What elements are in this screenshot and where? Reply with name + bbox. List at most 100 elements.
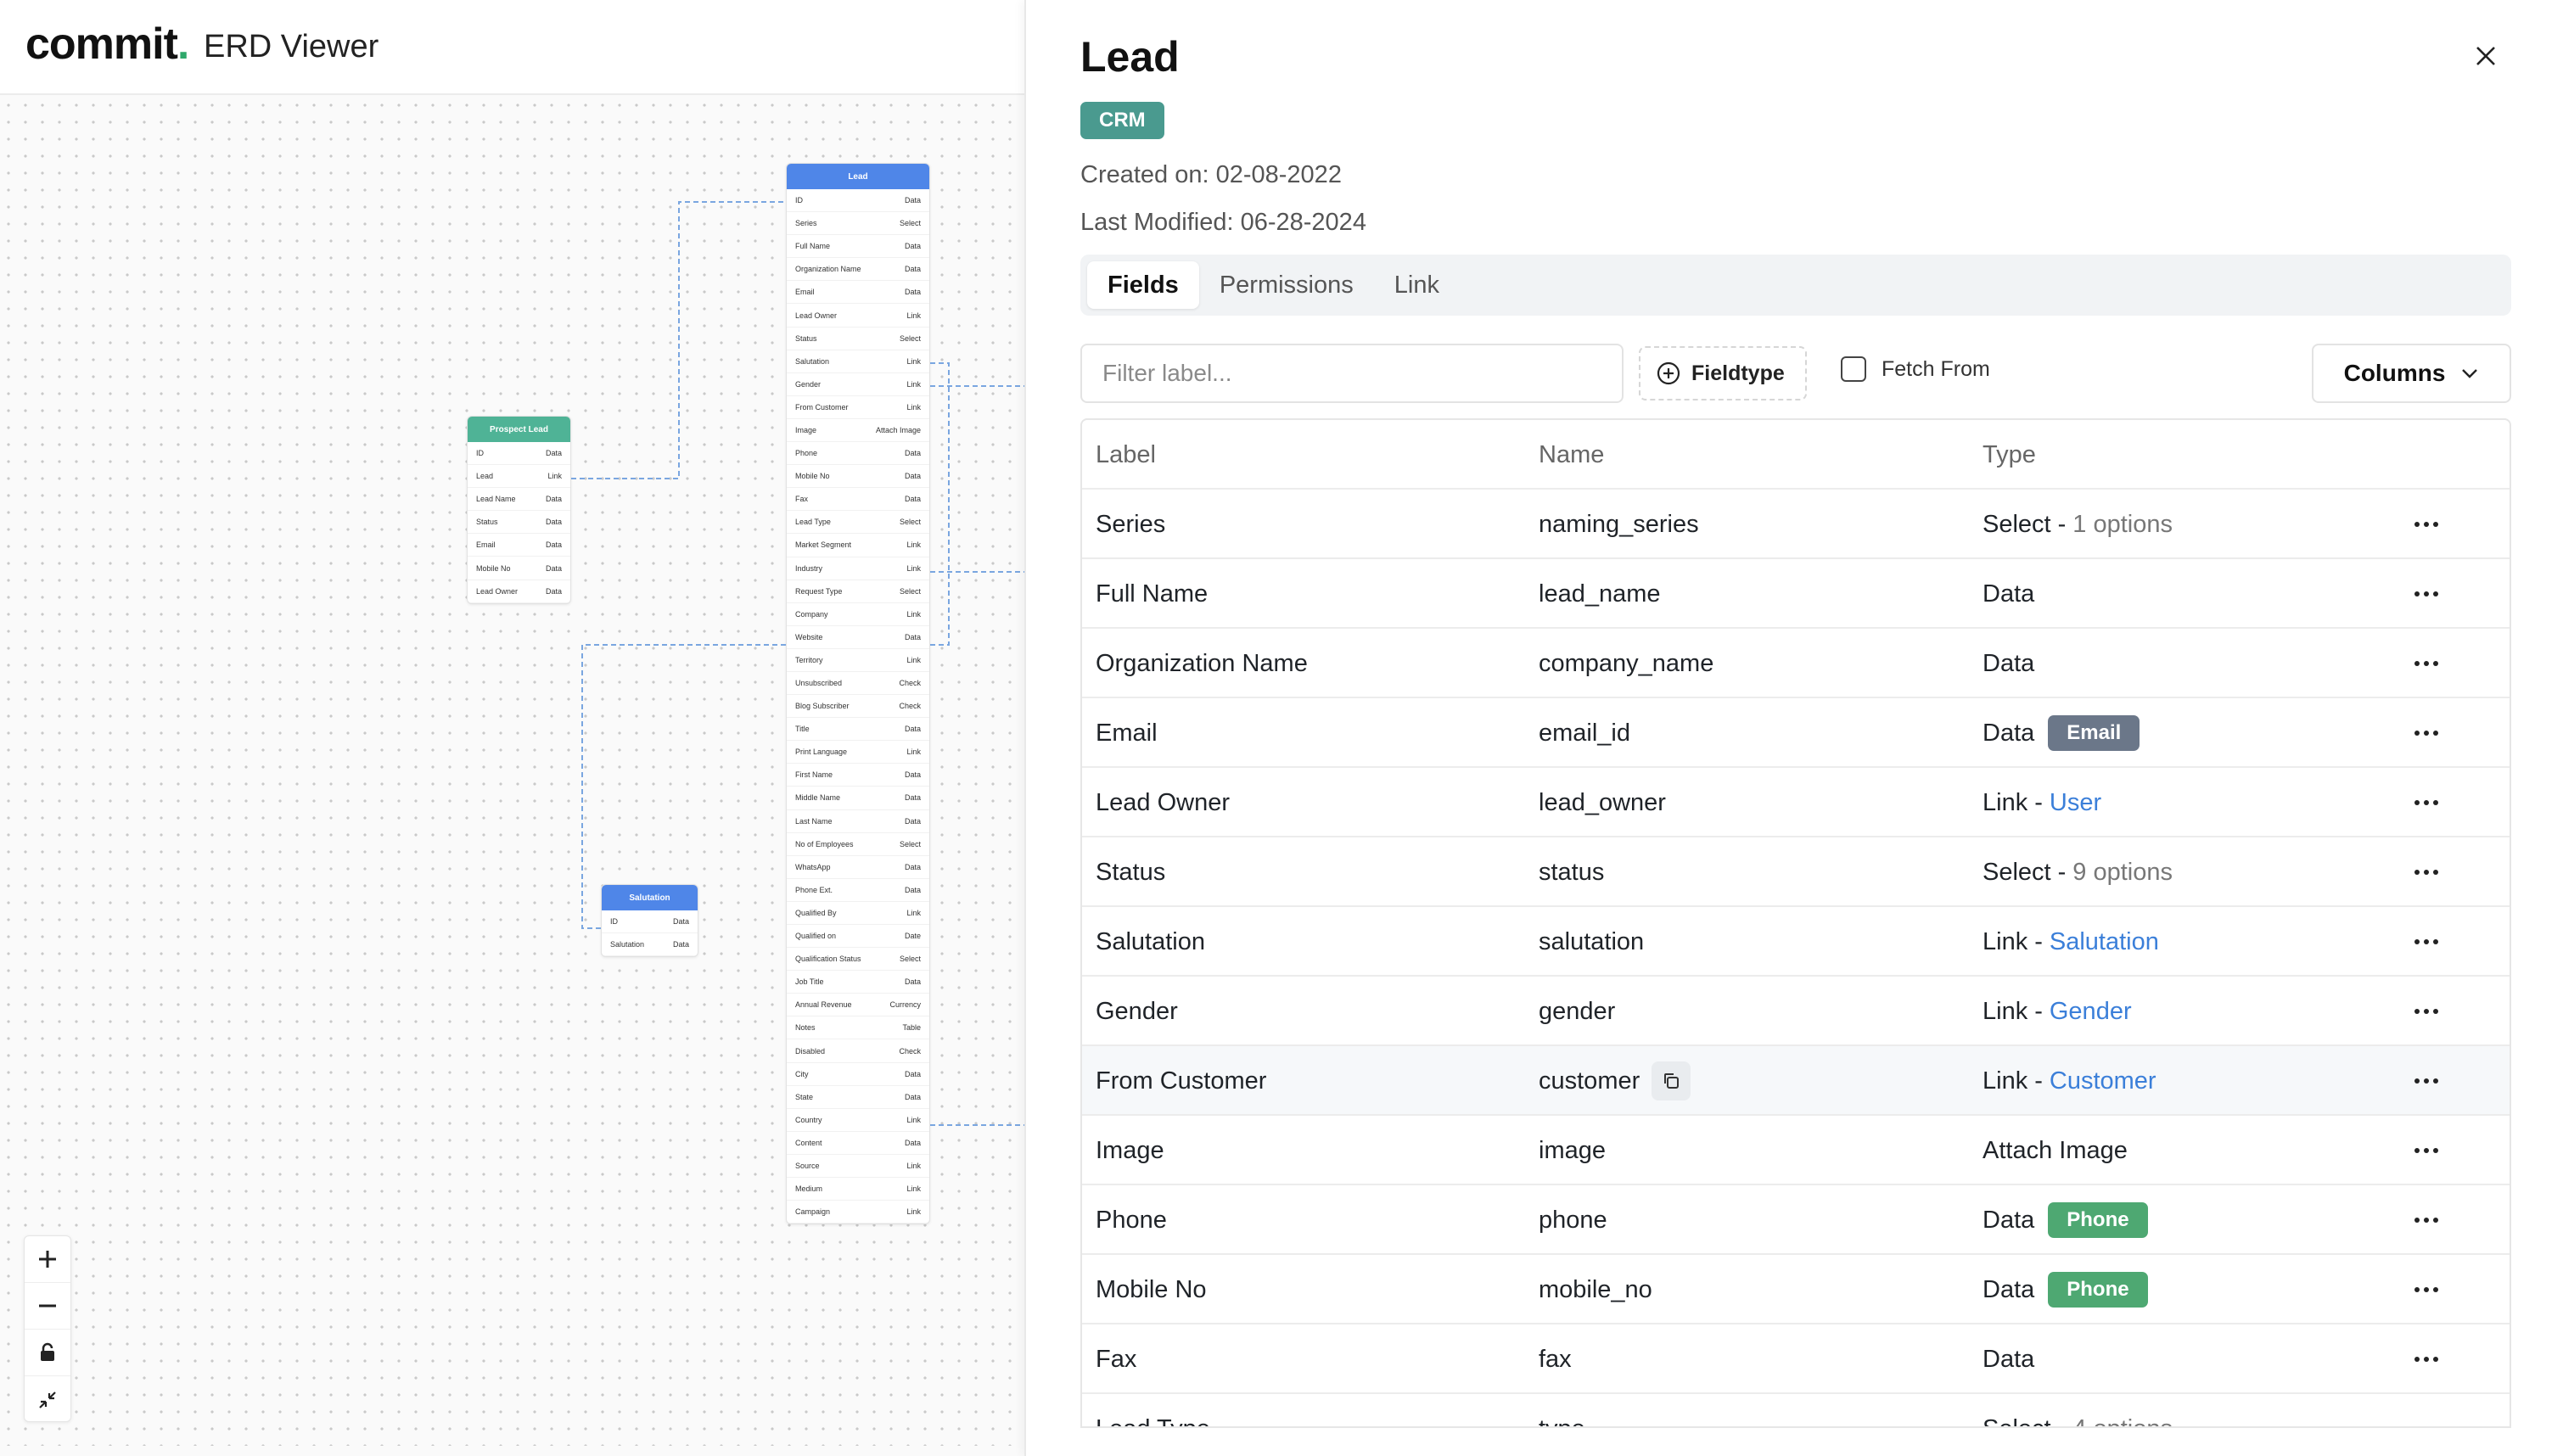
entity-field-label: Job Title [795, 977, 824, 987]
fetch-from-checkbox[interactable] [1841, 356, 1866, 382]
tab-fields[interactable]: Fields [1087, 261, 1199, 309]
type-separator: - [2034, 997, 2043, 1025]
entity-field-type: Link [906, 379, 921, 389]
entity-field-row: Unsubscribed Check [787, 672, 929, 696]
table-row[interactable]: Lead Type type Select-4 options [1082, 1394, 2510, 1427]
zoom-in-button[interactable] [25, 1236, 70, 1283]
entity-field-label: Print Language [795, 748, 848, 757]
link-target[interactable]: User [2050, 789, 2101, 817]
table-row[interactable]: Organization Name company_name Data [1082, 629, 2510, 698]
canvas-controls [24, 1235, 71, 1422]
field-name-text: lead_owner [1539, 788, 1666, 816]
table-row[interactable]: From Customer customer Link - Customer [1082, 1046, 2510, 1116]
table-row[interactable]: Full Name lead_name Data [1082, 559, 2510, 629]
row-actions-button[interactable] [2409, 977, 2443, 1046]
entity-field-type: Data [904, 495, 921, 504]
copy-button[interactable] [1652, 1061, 1691, 1100]
entity-field-row: Request Type Select [787, 580, 929, 603]
zoom-out-button[interactable] [25, 1283, 70, 1330]
column-header-type[interactable]: Type [1983, 420, 2036, 490]
entity-field-label: Middle Name [795, 793, 841, 803]
type-separator: - [2034, 927, 2043, 955]
entity-field-label: ID [795, 196, 803, 205]
entity-field-label: Notes [795, 1023, 816, 1033]
field-name-text: phone [1539, 1206, 1607, 1234]
options-count: 4 options [2072, 1415, 2173, 1427]
row-actions-button[interactable] [2409, 1324, 2443, 1394]
field-name-text: company_name [1539, 649, 1714, 677]
table-row[interactable]: Fax fax Data [1082, 1324, 2510, 1394]
entity-field-label: Fax [795, 495, 809, 504]
entity-field-type: Data [904, 1138, 921, 1147]
row-actions-button[interactable] [2409, 698, 2443, 768]
erd-canvas[interactable]: Lead ID Data Series Select Full Name Data Orga… [0, 97, 1024, 1446]
entity-prospect-lead[interactable]: Prospect Lead ID Data Lead Link Lead Name Dat… [467, 416, 571, 604]
table-row[interactable]: Salutation salutation Link - Salutation [1082, 907, 2510, 977]
column-header-name[interactable]: Name [1539, 420, 1604, 490]
entity-field-type: Date [904, 932, 921, 941]
fit-view-button[interactable] [25, 1376, 70, 1423]
entity-field-type: Check [899, 679, 921, 688]
table-row[interactable]: Status status Select -9 options [1082, 837, 2510, 907]
table-row[interactable]: Mobile No mobile_no Data Phone [1082, 1255, 2510, 1324]
field-type-text: Select [1983, 510, 2051, 538]
entity-field-row: Company Link [787, 603, 929, 626]
row-actions-button[interactable] [2409, 1046, 2443, 1116]
entity-field-row: Campaign Link [787, 1201, 929, 1224]
entity-field-row: Mobile No Data [787, 465, 929, 489]
entity-field-type: Check [899, 702, 921, 711]
row-actions-button[interactable] [2409, 559, 2443, 629]
more-horizontal-icon [2414, 591, 2438, 596]
row-actions-button[interactable] [2409, 1255, 2443, 1324]
entity-lead[interactable]: Lead ID Data Series Select Full Name Data Orga… [786, 163, 930, 1225]
table-row[interactable]: Lead Owner lead_owner Link - User [1082, 768, 2510, 837]
tab-link[interactable]: Link [1374, 261, 1460, 309]
link-target[interactable]: Gender [2050, 998, 2132, 1026]
row-actions-button[interactable] [2409, 490, 2443, 559]
row-actions-button[interactable] [2409, 837, 2443, 907]
entity-field-row: Industry Link [787, 557, 929, 580]
entity-field-label: State [795, 1092, 814, 1101]
tab-permissions[interactable]: Permissions [1199, 261, 1374, 309]
table-row[interactable]: Phone phone Data Phone [1082, 1185, 2510, 1255]
table-row[interactable]: Email email_id Data Email [1082, 698, 2510, 768]
entity-field-row: Lead Type Select [787, 511, 929, 535]
table-row[interactable]: Gender gender Link - Gender [1082, 977, 2510, 1046]
type-separator: - [2057, 510, 2067, 538]
field-type: Attach Image [1983, 1116, 2128, 1185]
field-type: Data [1983, 629, 2034, 698]
lock-button[interactable] [25, 1330, 70, 1376]
link-target[interactable]: Salutation [2050, 928, 2159, 956]
entity-field-label: Email [476, 540, 496, 550]
field-name-text: lead_name [1539, 580, 1661, 608]
columns-label: Columns [2343, 360, 2446, 386]
fieldtype-filter-button[interactable]: Fieldtype [1639, 346, 1807, 400]
entity-field-label: Unsubscribed [795, 679, 843, 688]
entity-field-label: Lead Owner [795, 311, 838, 320]
row-actions-button[interactable] [2409, 1116, 2443, 1185]
row-actions-button[interactable] [2409, 629, 2443, 698]
row-actions-button[interactable] [2409, 907, 2443, 977]
brand-logo[interactable]: commit. [25, 19, 189, 70]
entity-field-label: Medium [795, 1184, 823, 1194]
row-actions-button[interactable] [2409, 1394, 2443, 1426]
entity-field-label: Blog Subscriber [795, 702, 850, 711]
table-row[interactable]: Series naming_series Select -1 options [1082, 490, 2510, 559]
filter-label-input[interactable] [1080, 344, 1624, 403]
close-button[interactable] [2469, 39, 2503, 73]
row-actions-button[interactable] [2409, 1185, 2443, 1255]
entity-field-label: Industry [795, 563, 823, 573]
top-bar: commit. ERD Viewer [0, 0, 1024, 95]
table-row[interactable]: Image image Attach Image [1082, 1116, 2510, 1185]
entity-field-type: Data [904, 196, 921, 205]
row-actions-button[interactable] [2409, 768, 2443, 837]
entity-field-row: City Data [787, 1063, 929, 1086]
chevron-down-icon [2462, 369, 2478, 378]
field-label: Lead Type [1096, 1394, 1210, 1427]
entity-salutation[interactable]: Salutation ID Data Salutation Data [601, 884, 698, 958]
columns-dropdown[interactable]: Columns [2312, 344, 2511, 403]
entity-field-type: Select [899, 518, 921, 527]
link-target[interactable]: Customer [2050, 1067, 2156, 1095]
column-header-label[interactable]: Label [1096, 420, 1156, 490]
field-name: phone [1539, 1185, 1607, 1255]
